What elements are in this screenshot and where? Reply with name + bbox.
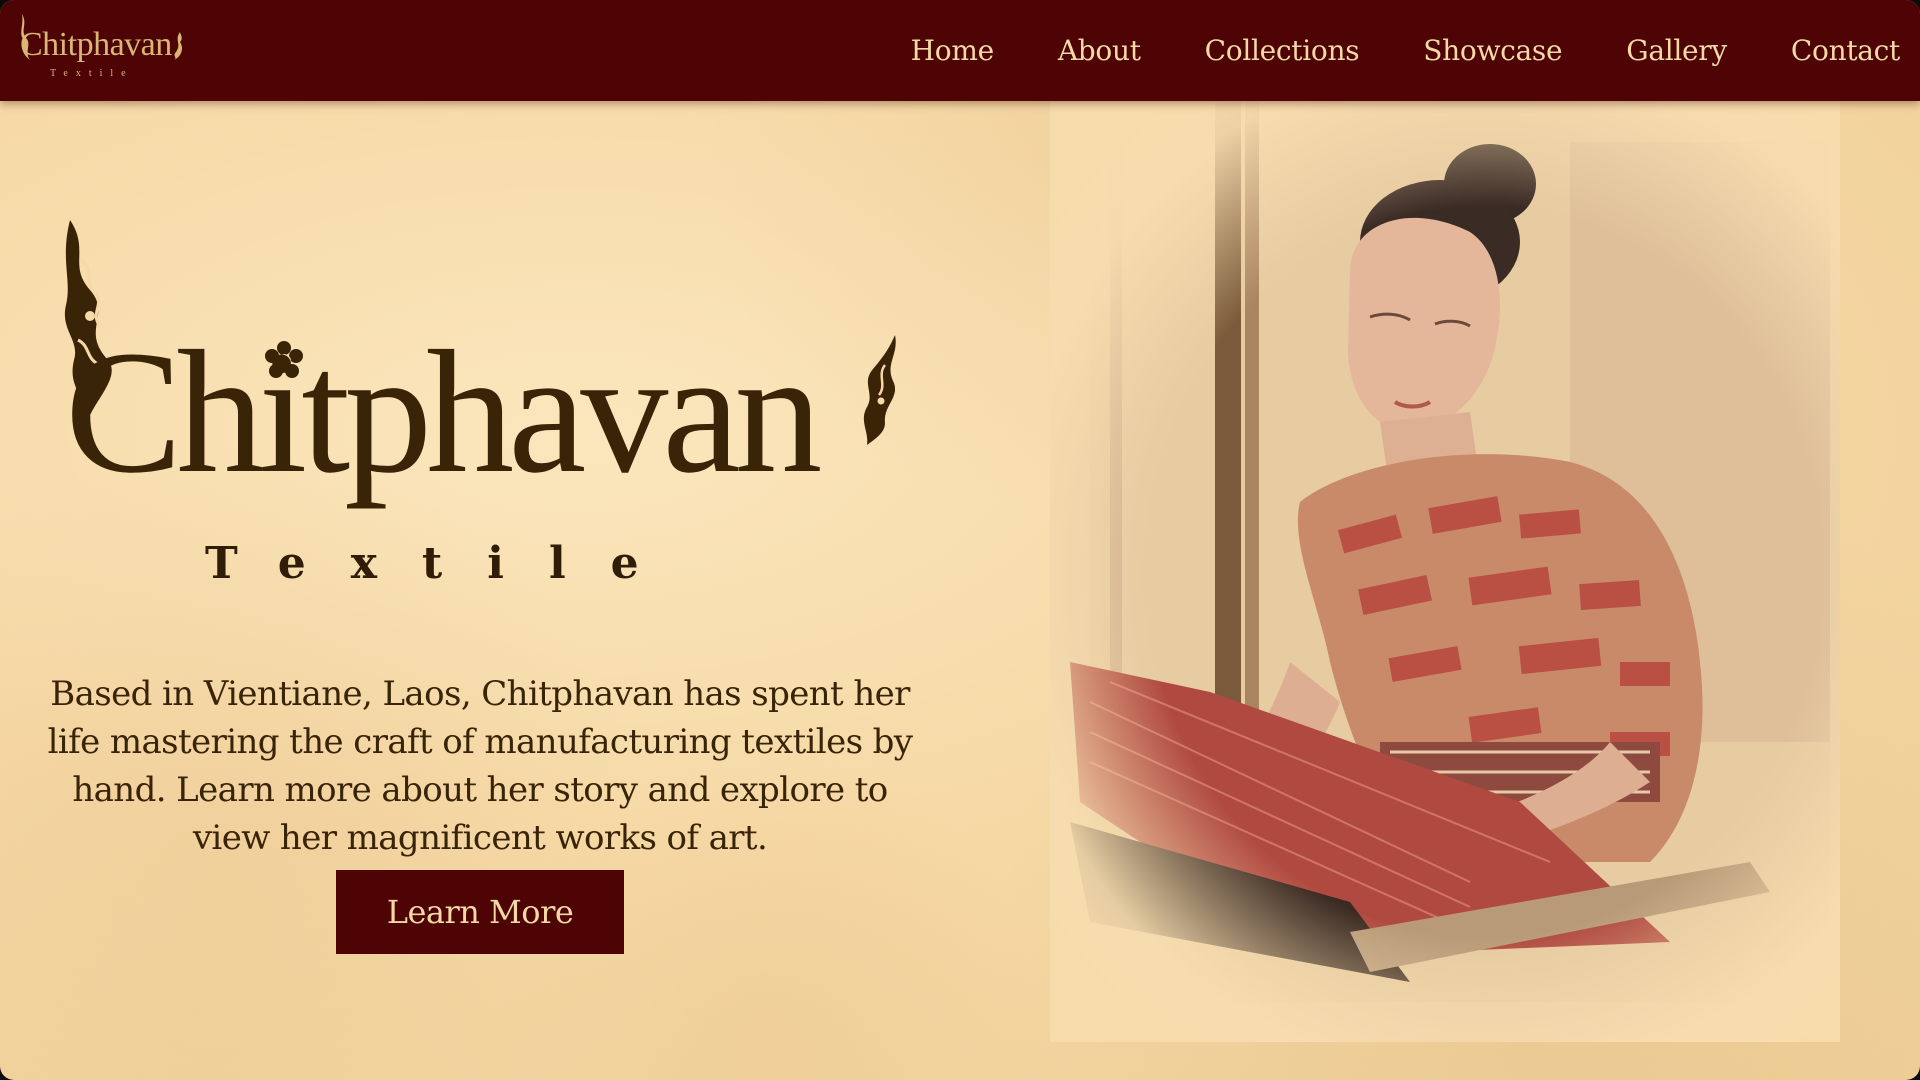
navbar: Chitphavan Textile Home About Collection… bbox=[0, 0, 1920, 101]
nav-link-about[interactable]: About bbox=[1058, 34, 1141, 67]
hero-logo: Chitphavan Textile bbox=[55, 220, 915, 600]
nav-menu: Home About Collections Showcase Gallery … bbox=[847, 0, 1901, 101]
nav-logo-subtitle: Textile bbox=[50, 68, 134, 79]
hero-wordmark: Chitphavan bbox=[65, 315, 822, 510]
hero-description: Based in Vientiane, Laos, Chitphavan has… bbox=[47, 674, 913, 858]
nav-logo-wordmark: Chitphavan bbox=[20, 26, 172, 63]
nav-link-collections[interactable]: Collections bbox=[1205, 34, 1360, 67]
nav-link-gallery[interactable]: Gallery bbox=[1626, 34, 1727, 67]
hero-subtitle: Textile bbox=[205, 538, 684, 589]
naga-flame-icon bbox=[174, 32, 182, 60]
nav-logo[interactable]: Chitphavan Textile bbox=[20, 12, 190, 84]
page-frame: Chitphavan Textile Home About Collection… bbox=[0, 0, 1920, 1080]
nav-link-contact[interactable]: Contact bbox=[1791, 34, 1900, 67]
learn-more-button[interactable]: Learn More bbox=[336, 870, 624, 954]
nav-link-home[interactable]: Home bbox=[911, 34, 995, 67]
nav-link-showcase[interactable]: Showcase bbox=[1423, 34, 1562, 67]
weaver-illustration bbox=[1050, 102, 1840, 1042]
weaver-painting bbox=[1050, 102, 1840, 1042]
